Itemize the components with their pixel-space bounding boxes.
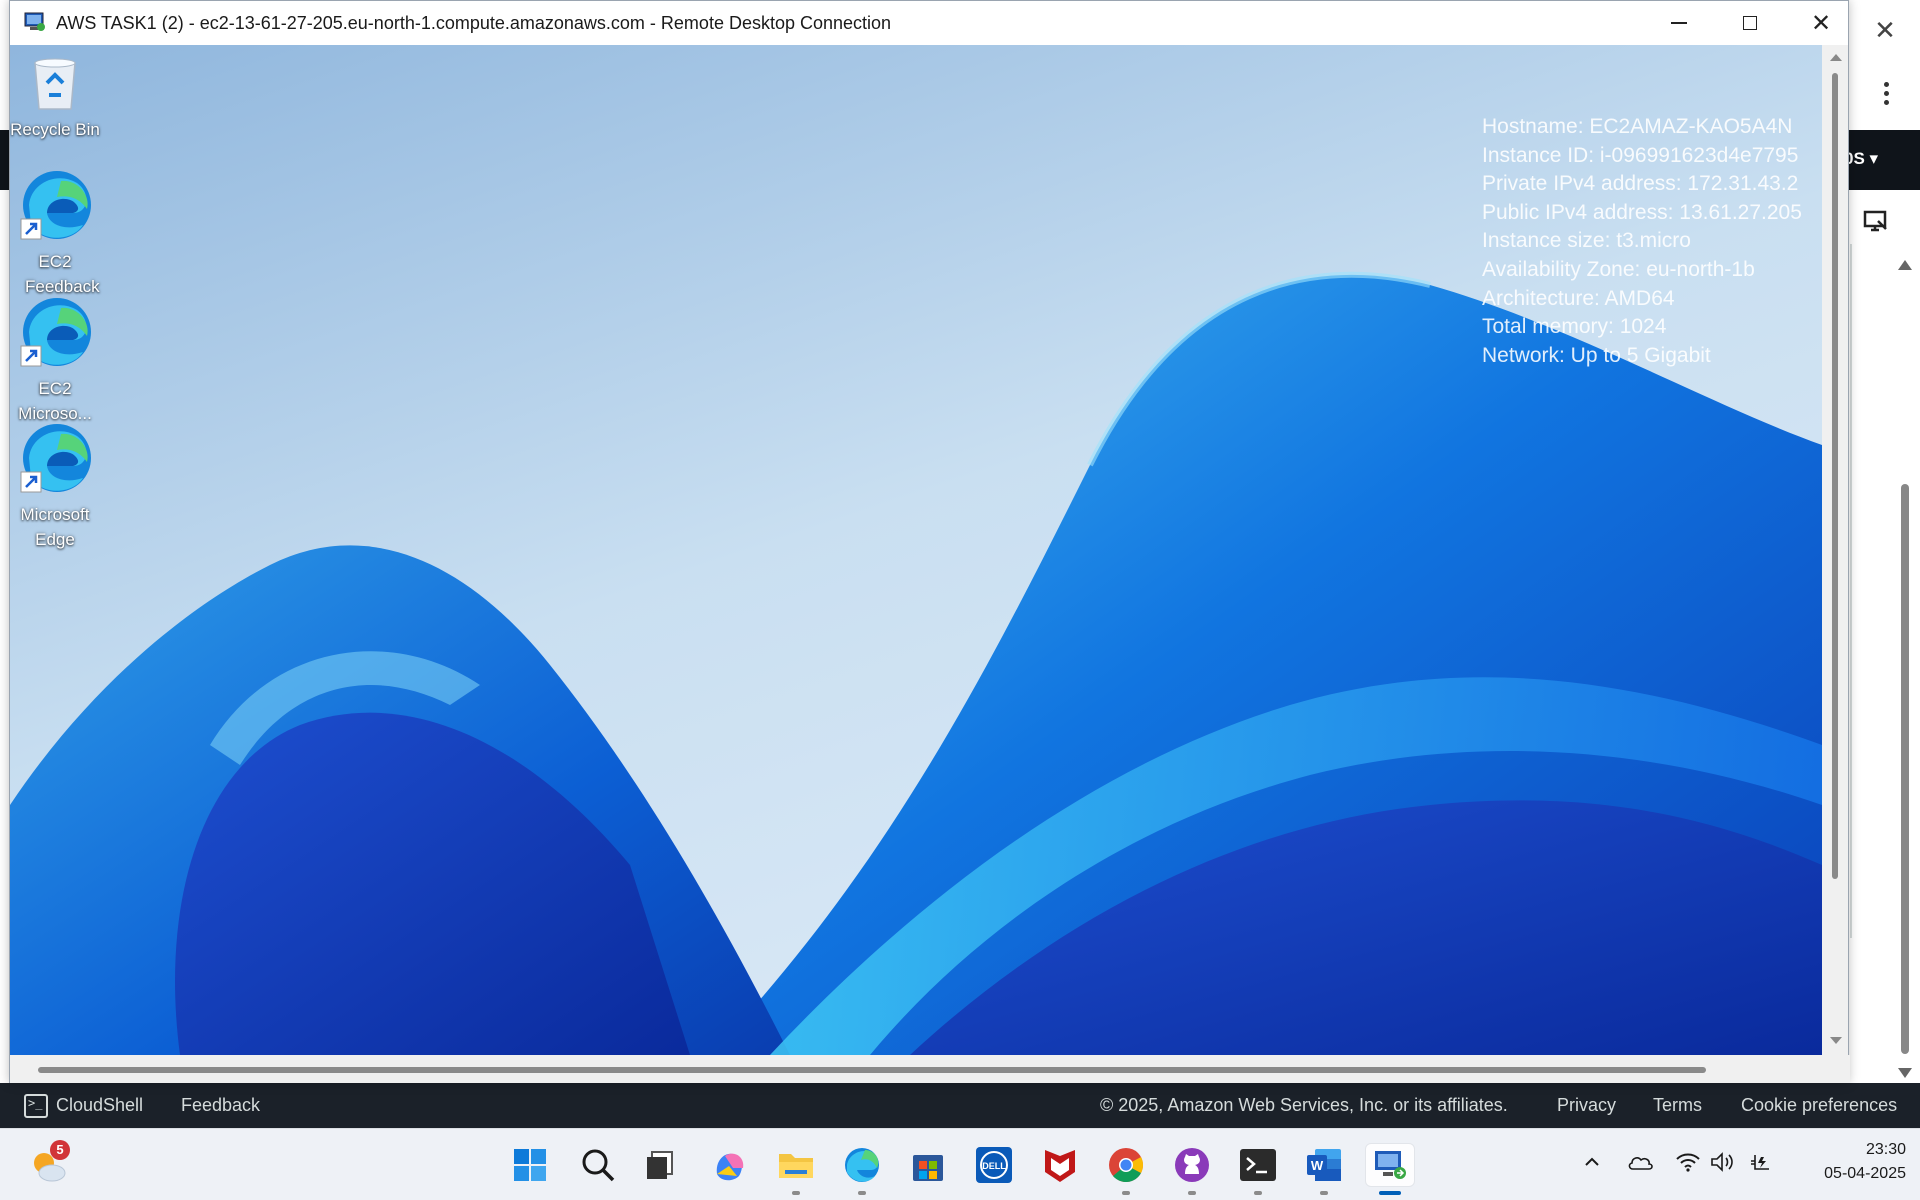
github-desktop-icon[interactable]: [1170, 1143, 1214, 1187]
remote-desktop-active-indicator: [1379, 1191, 1401, 1195]
wifi-icon[interactable]: [1674, 1148, 1702, 1176]
store-icon[interactable]: [906, 1143, 950, 1187]
availability-zone-text: Availability Zone: eu-north-1b: [1482, 257, 1755, 281]
github-running-indicator: [1188, 1191, 1196, 1195]
copyright-text: © 2025, Amazon Web Services, Inc. or its…: [1100, 1095, 1508, 1115]
private-ip-text: Private IPv4 address: 172.31.43.2: [1482, 172, 1799, 196]
instance-size-text: Instance size: t3.micro: [1482, 229, 1691, 253]
host-scrollbar-thumb[interactable]: [1901, 484, 1909, 1054]
weather-notification-badge: 5: [50, 1140, 70, 1160]
dell-icon[interactable]: DELL: [972, 1143, 1016, 1187]
battery-charging-icon[interactable]: [1748, 1148, 1776, 1176]
rdp-window-title: AWS TASK1 (2) - ec2-13-61-27-205.eu-nort…: [56, 13, 892, 33]
clock-date: 05-04-2025: [1824, 1165, 1906, 1182]
horizontal-scroll-thumb[interactable]: [38, 1067, 1706, 1073]
start-icon[interactable]: [508, 1143, 552, 1187]
minimize-icon: [1671, 22, 1687, 24]
rdp-title-bar[interactable]: AWS TASK1 (2) - ec2-13-61-27-205.eu-nort…: [10, 1, 1848, 45]
taskbar-clock[interactable]: 23:30 05-04-2025: [1786, 1138, 1906, 1186]
host-scroll-down-icon[interactable]: [1898, 1068, 1912, 1078]
chrome-running-indicator: [1122, 1191, 1130, 1195]
remote-desktop-icon[interactable]: [1365, 1143, 1415, 1187]
desktop-icon-ec2-feedback[interactable]: EC2 Feedback: [10, 169, 110, 299]
aws-console-footer: CloudShell Feedback © 2025, Amazon Web S…: [0, 1083, 1920, 1128]
close-button[interactable]: ✕: [1786, 1, 1856, 45]
privacy-link[interactable]: Privacy: [1557, 1095, 1616, 1116]
edge-running-indicator: [858, 1191, 866, 1195]
desktop-icon-ec2-microsoft[interactable]: EC2 Microso...: [10, 296, 110, 426]
task-view-icon[interactable]: [638, 1143, 682, 1187]
maximize-icon: [1743, 16, 1757, 30]
edge-shortcut-icon: [20, 171, 91, 240]
close-icon: ✕: [1810, 9, 1832, 37]
volume-icon[interactable]: [1708, 1148, 1736, 1176]
recycle-bin-icon: [34, 58, 76, 110]
host-monitor-icon[interactable]: [1862, 208, 1890, 236]
svg-text:DELL: DELL: [982, 1161, 1006, 1171]
desktop-icon-label: EC2 Feedback: [25, 252, 100, 296]
rdp-vertical-scrollbar[interactable]: [1822, 45, 1848, 1055]
svg-text:W: W: [1311, 1158, 1324, 1173]
cloudshell-icon[interactable]: [24, 1094, 48, 1118]
host-region-menu[interactable]: 0S ▾: [1844, 149, 1878, 169]
desktop-icon-label: EC2 Microso...: [18, 379, 92, 423]
feedback-link[interactable]: Feedback: [181, 1095, 260, 1116]
cookie-preferences-link[interactable]: Cookie preferences: [1741, 1095, 1897, 1116]
edge-icon[interactable]: [840, 1143, 884, 1187]
file-explorer-icon[interactable]: [774, 1143, 818, 1187]
onedrive-cloud-icon[interactable]: [1626, 1148, 1654, 1176]
mcafee-icon[interactable]: [1038, 1143, 1082, 1187]
architecture-text: Architecture: AMD64: [1482, 286, 1675, 310]
minimize-button[interactable]: [1644, 1, 1714, 45]
instance-info-overlay: Hostname: EC2AMAZ-KAO5A4N Instance ID: i…: [1482, 113, 1802, 370]
host-sidebar-divider: [1850, 244, 1852, 938]
word-running-indicator: [1320, 1191, 1328, 1195]
host-scroll-up-icon[interactable]: [1898, 260, 1912, 270]
desktop-icon-recycle-bin[interactable]: Recycle Bin: [10, 53, 110, 142]
scroll-up-icon[interactable]: [1830, 54, 1842, 61]
edge-shortcut-icon: [20, 298, 91, 367]
chrome-icon[interactable]: [1104, 1143, 1148, 1187]
maximize-button[interactable]: [1715, 1, 1785, 45]
desktop-icon-microsoft-edge[interactable]: Microsoft Edge: [10, 422, 110, 552]
desktop-icon-label: Recycle Bin: [10, 120, 100, 139]
desktop-icon-label: Microsoft Edge: [20, 505, 90, 549]
public-ip-text: Public IPv4 address: 13.61.27.205: [1482, 200, 1802, 224]
copilot-icon[interactable]: [708, 1143, 752, 1187]
terminal-running-indicator: [1254, 1191, 1262, 1195]
remote-desktop-window: AWS TASK1 (2) - ec2-13-61-27-205.eu-nort…: [9, 0, 1850, 1083]
hostname-text: Hostname: EC2AMAZ-KAO5A4N: [1482, 115, 1793, 138]
cloudshell-link[interactable]: CloudShell: [56, 1095, 143, 1116]
terms-link[interactable]: Terms: [1653, 1095, 1702, 1116]
host-kebab-menu-icon[interactable]: [1872, 78, 1900, 114]
edge-shortcut-icon: [20, 424, 91, 493]
network-text: Network: Up to 5 Gigabit: [1482, 343, 1711, 367]
vertical-scroll-thumb[interactable]: [1832, 73, 1838, 879]
scroll-down-icon[interactable]: [1830, 1037, 1842, 1044]
total-memory-text: Total memory: 1024: [1482, 315, 1667, 339]
clock-time: 23:30: [1865, 1141, 1906, 1158]
file-explorer-running-indicator: [792, 1191, 800, 1195]
terminal-icon[interactable]: [1236, 1143, 1280, 1187]
word-icon[interactable]: W: [1302, 1143, 1346, 1187]
instance-id-text: Instance ID: i-096991623d4e7795: [1482, 143, 1799, 167]
search-icon[interactable]: [576, 1143, 620, 1187]
host-close-icon[interactable]: ✕: [1866, 14, 1904, 46]
show-hidden-icons-chevron-icon[interactable]: [1578, 1148, 1606, 1176]
rdp-horizontal-scrollbar[interactable]: [10, 1055, 1850, 1083]
remote-desktop-app-icon: [24, 12, 46, 32]
remote-desktop-area[interactable]: Recycle Bin EC2 Feedback EC2 Microso... …: [10, 45, 1822, 1055]
